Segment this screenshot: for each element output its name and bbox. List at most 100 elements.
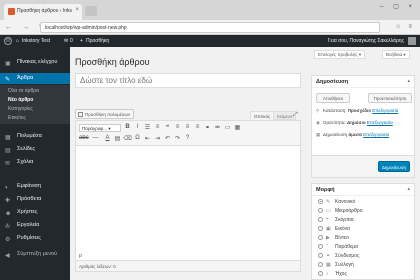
help-icon[interactable]: ?	[183, 135, 192, 141]
browser-tab[interactable]: Προσθήκη άρθρου ‹ Inks ×	[4, 4, 82, 20]
bold-icon[interactable]: B	[123, 124, 132, 130]
tab-visual[interactable]: Οπτικός	[250, 111, 275, 120]
new-content-link[interactable]: Προσθήκη	[86, 38, 109, 44]
post-title-input[interactable]	[75, 73, 301, 88]
format-box-header[interactable]: Μορφή ▴	[312, 184, 414, 196]
format-option-audio[interactable]: ♪ Ήχος	[318, 271, 347, 277]
outdent-icon[interactable]: ⇤	[143, 135, 152, 142]
sidebar-item-tools[interactable]: ✇ Εργαλεία	[0, 220, 70, 231]
sidebar-item-dashboard[interactable]: ▣ Πίνακας ελέγχου	[0, 57, 70, 68]
format-option-status[interactable]: ❝ Σκόρπια	[318, 217, 354, 223]
window-controls[interactable]: – ▢ ×	[380, 3, 416, 10]
help-button[interactable]: Βοήθεια ▾	[382, 50, 410, 59]
media-icon	[78, 112, 83, 117]
sidebar-item-settings[interactable]: ⚙ Ρυθμίσεις	[0, 233, 70, 244]
sidebar-item-users[interactable]: ☻ Χρήστες	[0, 207, 70, 218]
screen-options-button[interactable]: Επιλογές προβολής ▾	[314, 50, 366, 59]
visibility-label: Ορατότητα:	[323, 120, 346, 125]
format-select[interactable]: Παράγραφ... ▾	[79, 124, 121, 132]
link-icon[interactable]: ⚭	[203, 124, 212, 131]
new-tab-button[interactable]	[85, 6, 97, 16]
sidebar-collapse-menu[interactable]: ◀ Σύμπτυξη μενού	[0, 249, 70, 260]
submenu-new-post[interactable]: Νέο άρθρο	[8, 97, 33, 103]
clear-formatting-icon[interactable]: ⌫	[123, 135, 132, 142]
url-field[interactable]: localhost/wp/wp-admin/post-new.php	[40, 22, 380, 33]
sidebar-item-comments[interactable]: ✉ Σχόλια	[0, 157, 70, 168]
format-option-aside[interactable]: ▭ Μικρόάρθρο	[318, 208, 363, 214]
edit-schedule-link[interactable]: Επεξεργασία	[363, 132, 389, 137]
collapse-arrow-icon[interactable]: ▴	[407, 186, 410, 192]
numbered-list-icon[interactable]: ≡	[153, 124, 162, 130]
italic-icon[interactable]: I	[133, 124, 142, 130]
visibility-value: Δημόσιο	[347, 120, 366, 125]
unlink-icon[interactable]: ⚮	[213, 124, 222, 131]
site-name-link[interactable]: Inkstory Test	[22, 38, 50, 44]
image-icon: ▣	[326, 226, 331, 232]
format-option-quote[interactable]: “ Παράθεμα	[318, 244, 358, 250]
collapse-arrow-icon[interactable]: ▴	[407, 78, 410, 84]
save-draft-button[interactable]: Αποθήκευ	[316, 93, 350, 103]
wordpress-logo-icon[interactable]: W	[4, 37, 12, 45]
text-color-icon[interactable]: A	[103, 135, 112, 141]
redo-icon[interactable]: ↷	[173, 135, 182, 142]
comments-count[interactable]: 0	[70, 38, 73, 44]
edit-status-link[interactable]: Επεξεργασία	[372, 108, 398, 113]
status-row: ⚲ Κατάσταση: Προσχέδιο Επεξεργασία	[316, 108, 398, 114]
status-label: Κατάσταση:	[323, 108, 347, 113]
publish-button[interactable]: Δημοσίευση	[377, 161, 410, 172]
format-option-video[interactable]: ▶ Βίντεο	[318, 235, 349, 241]
horizontal-line-icon[interactable]: —	[91, 135, 100, 141]
close-tab-icon[interactable]: ×	[75, 7, 79, 13]
align-right-icon[interactable]: ≡	[193, 124, 202, 130]
main-content: Επιλογές προβολής ▾ Βοήθεια ▾ Προσθήκη ά…	[70, 47, 420, 280]
favicon-icon	[8, 8, 15, 15]
special-character-icon[interactable]: Ω	[133, 135, 142, 141]
format-option-gallery[interactable]: ▦ Συλλογή	[318, 262, 354, 268]
radio[interactable]	[318, 253, 323, 259]
user-greeting[interactable]: Γεια σου, Παναγιώτης Σακελλάρης	[328, 38, 404, 44]
submenu-all-posts[interactable]: Όλα τα άρθρα	[8, 88, 39, 94]
format-option-link[interactable]: ⚭ Σύνδεσμος	[318, 253, 360, 259]
strikethrough-icon[interactable]: abc	[79, 135, 89, 141]
sidebar-item-appearance[interactable]: ◐ Εμφάνιση	[0, 181, 70, 192]
radio[interactable]	[318, 235, 323, 241]
avatar[interactable]	[408, 37, 416, 45]
blockquote-icon[interactable]: ❝	[163, 124, 172, 131]
status-value: Προσχέδιο	[347, 108, 371, 113]
radio[interactable]	[318, 244, 323, 250]
preview-button[interactable]: Προεπισκόπηση	[368, 93, 412, 103]
sidebar-item-pages[interactable]: ▤ Σελίδες	[0, 144, 70, 155]
radio[interactable]	[318, 208, 323, 214]
media-icon: ▦	[5, 135, 11, 141]
radio[interactable]	[318, 271, 323, 277]
submenu-tags[interactable]: Ετικέτες	[8, 115, 26, 121]
format-option-image[interactable]: ▣ Εικόνα	[318, 226, 350, 232]
format-option-standard[interactable]: ✎ Κανονικό	[318, 199, 355, 205]
radio[interactable]	[318, 262, 323, 268]
publish-box-header[interactable]: Δημοσίευση ▴	[312, 76, 414, 88]
star-icon[interactable]: ☆ ≡	[395, 23, 415, 30]
paste-text-icon[interactable]: ▤	[113, 135, 122, 142]
read-more-icon[interactable]: ▭	[223, 124, 232, 131]
fullscreen-icon[interactable]: ⤢	[293, 112, 298, 119]
comments-icon[interactable]: ✉	[64, 38, 68, 44]
sidebar-item-posts[interactable]: ✎ Άρθρα	[0, 73, 70, 84]
toolbar-toggle-icon[interactable]: ▦	[233, 124, 242, 131]
link-icon: ⚭	[326, 253, 331, 259]
radio-selected[interactable]	[318, 199, 323, 205]
radio[interactable]	[318, 217, 323, 223]
bullet-list-icon[interactable]: ☰	[143, 124, 152, 131]
add-media-button[interactable]: Προσθήκη πολυμέσων	[75, 109, 135, 119]
align-left-icon[interactable]: ≡	[173, 124, 182, 130]
sidebar-item-plugins[interactable]: ✚ Πρόσθετα	[0, 194, 70, 205]
sidebar-item-media[interactable]: ▦ Πολυμέσα	[0, 131, 70, 142]
undo-icon[interactable]: ↶	[163, 135, 172, 142]
house-icon[interactable]: ⌂	[16, 38, 19, 44]
edit-visibility-link[interactable]: Επεξεργασία	[367, 120, 393, 125]
submenu-categories[interactable]: Κατηγορίες	[8, 106, 33, 112]
radio[interactable]	[318, 226, 323, 232]
plus-icon[interactable]: +	[80, 38, 83, 44]
format-option-label: Κανονικό	[335, 199, 356, 205]
align-center-icon[interactable]: ≡	[183, 124, 192, 130]
indent-icon[interactable]: ⇥	[153, 135, 162, 142]
